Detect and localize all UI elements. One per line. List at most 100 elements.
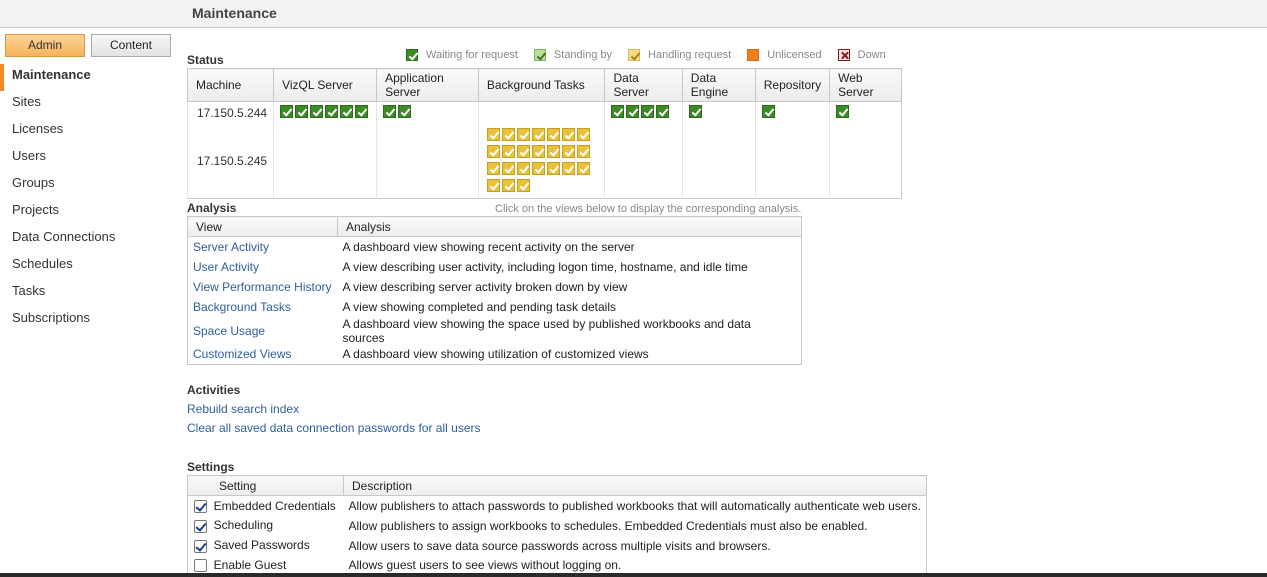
sidebar-item-projects[interactable]: Projects	[0, 199, 175, 226]
check-green-icon	[836, 105, 850, 119]
table-row: Background Tasks A view showing complete…	[188, 297, 802, 317]
col-data-server: Data Server	[604, 68, 683, 102]
settings-table: Setting Description Embedded Credentials…	[187, 475, 927, 576]
table-row: Server Activity A dashboard view showing…	[188, 237, 802, 257]
check-yellow-icon	[486, 144, 500, 158]
check-yellow-icon	[516, 178, 530, 192]
setting-description: Allow publishers to attach passwords to …	[348, 498, 921, 513]
col-app-server: Application Server	[376, 68, 479, 102]
status-cell-data_server	[604, 123, 683, 198]
red-x-icon	[837, 49, 850, 61]
view-description: A dashboard view showing utilization of …	[342, 347, 649, 362]
status-legend: Waiting for request Standing by Handling…	[406, 49, 902, 61]
status-cell-vizql	[273, 123, 377, 198]
check-green-icon	[310, 105, 324, 119]
sidebar-nav: Maintenance Sites Licenses Users Groups …	[0, 64, 175, 334]
check-yellow-icon	[501, 161, 515, 175]
machine-ip: 17.150.5.244	[186, 101, 274, 124]
status-row: 17.150.5.245	[186, 123, 902, 198]
view-description: A dashboard view showing recent activity…	[342, 239, 635, 254]
setting-name: Embedded Credentials	[213, 498, 336, 513]
saved-passwords-checkbox[interactable]	[194, 539, 207, 553]
check-green-icon	[355, 105, 369, 119]
legend-standing-by: Standing by	[533, 49, 613, 61]
check-green-icon	[761, 105, 775, 119]
check-yellow-icon	[516, 161, 530, 175]
check-yellow-icon	[628, 49, 641, 61]
content-tab-button[interactable]: Content	[91, 34, 171, 57]
sidebar-item-licenses[interactable]: Licenses	[0, 118, 175, 145]
clear-passwords-link[interactable]: Clear all saved data connection password…	[187, 421, 480, 435]
check-yellow-icon	[576, 127, 590, 141]
check-yellow-icon	[516, 127, 530, 141]
status-cell-data_server	[604, 101, 683, 124]
page-title: Maintenance	[192, 5, 277, 21]
sidebar-item-data-connections[interactable]: Data Connections	[0, 226, 175, 253]
orange-square-icon	[747, 49, 760, 61]
check-yellow-icon	[531, 127, 545, 141]
check-yellow-icon	[486, 127, 500, 141]
check-yellow-icon	[531, 161, 545, 175]
col-description: Description	[343, 475, 927, 496]
col-repository: Repository	[754, 68, 831, 102]
sidebar-item-groups[interactable]: Groups	[0, 172, 175, 199]
analysis-hint: Click on the views below to display the …	[495, 203, 802, 215]
status-cell-data_engine	[681, 101, 756, 124]
check-green-icon	[641, 105, 655, 119]
col-analysis: Analysis	[337, 216, 802, 237]
status-table: Machine VizQL Server Application Server …	[186, 68, 902, 199]
sidebar-item-users[interactable]: Users	[0, 145, 175, 172]
table-row: User Activity A view describing user act…	[188, 257, 802, 277]
view-link-space-usage[interactable]: Space Usage	[193, 324, 265, 338]
sidebar-item-schedules[interactable]: Schedules	[0, 253, 175, 280]
sidebar-item-maintenance[interactable]: Maintenance	[0, 64, 175, 91]
status-row: 17.150.5.244	[186, 101, 902, 124]
status-cell-vizql	[273, 101, 377, 124]
col-bg-tasks: Background Tasks	[477, 68, 606, 102]
table-row: View Performance History A view describi…	[188, 277, 802, 297]
col-web-server: Web Server	[829, 68, 902, 102]
legend-label: Standing by	[553, 49, 613, 61]
scheduling-checkbox[interactable]	[194, 519, 207, 533]
legend-unlicensed: Unlicensed	[747, 49, 822, 61]
status-heading: Status	[187, 53, 224, 67]
check-yellow-icon	[501, 178, 515, 192]
sidebar-item-sites[interactable]: Sites	[0, 91, 175, 118]
embedded-credentials-checkbox[interactable]	[194, 499, 207, 513]
sidebar-item-subscriptions[interactable]: Subscriptions	[0, 307, 175, 334]
view-link-customized-views[interactable]: Customized Views	[193, 347, 291, 361]
check-green-icon	[383, 105, 397, 119]
enable-guest-checkbox[interactable]	[194, 559, 207, 573]
view-link-background-tasks[interactable]: Background Tasks	[193, 300, 291, 314]
check-yellow-icon	[501, 144, 515, 158]
view-link-server-activity[interactable]: Server Activity	[193, 240, 269, 254]
header-bar: Maintenance	[0, 0, 1267, 28]
check-yellow-icon	[501, 127, 515, 141]
rebuild-search-index-link[interactable]: Rebuild search index	[187, 402, 299, 416]
admin-tab-button[interactable]: Admin	[5, 34, 85, 57]
analysis-table: View Analysis Server Activity A dashboar…	[187, 216, 802, 365]
legend-waiting: Waiting for request	[406, 49, 518, 61]
machine-ip: 17.150.5.245	[186, 123, 274, 198]
status-cell-data_engine	[681, 123, 756, 198]
check-yellow-icon	[546, 127, 560, 141]
check-green-icon	[398, 105, 412, 119]
activities-heading: Activities	[187, 383, 241, 397]
check-yellow-icon	[546, 144, 560, 158]
check-green-icon	[626, 105, 640, 119]
settings-heading: Settings	[187, 460, 235, 474]
view-description: A view describing server activity broken…	[342, 279, 628, 294]
check-yellow-icon	[486, 161, 500, 175]
sidebar-item-tasks[interactable]: Tasks	[0, 280, 175, 307]
legend-label: Down	[857, 49, 886, 61]
view-description: A view describing user activity, includi…	[342, 259, 748, 274]
col-setting: Setting	[187, 475, 344, 496]
view-link-performance-history[interactable]: View Performance History	[193, 280, 332, 294]
check-green-icon	[406, 49, 418, 61]
view-link-user-activity[interactable]: User Activity	[193, 260, 259, 274]
check-green-icon	[688, 105, 702, 119]
status-cell-bg	[477, 101, 605, 124]
table-row: Customized Views A dashboard view showin…	[188, 345, 802, 365]
setting-name: Enable Guest	[213, 558, 287, 573]
table-row: Embedded Credentials Allow publishers to…	[188, 496, 927, 516]
